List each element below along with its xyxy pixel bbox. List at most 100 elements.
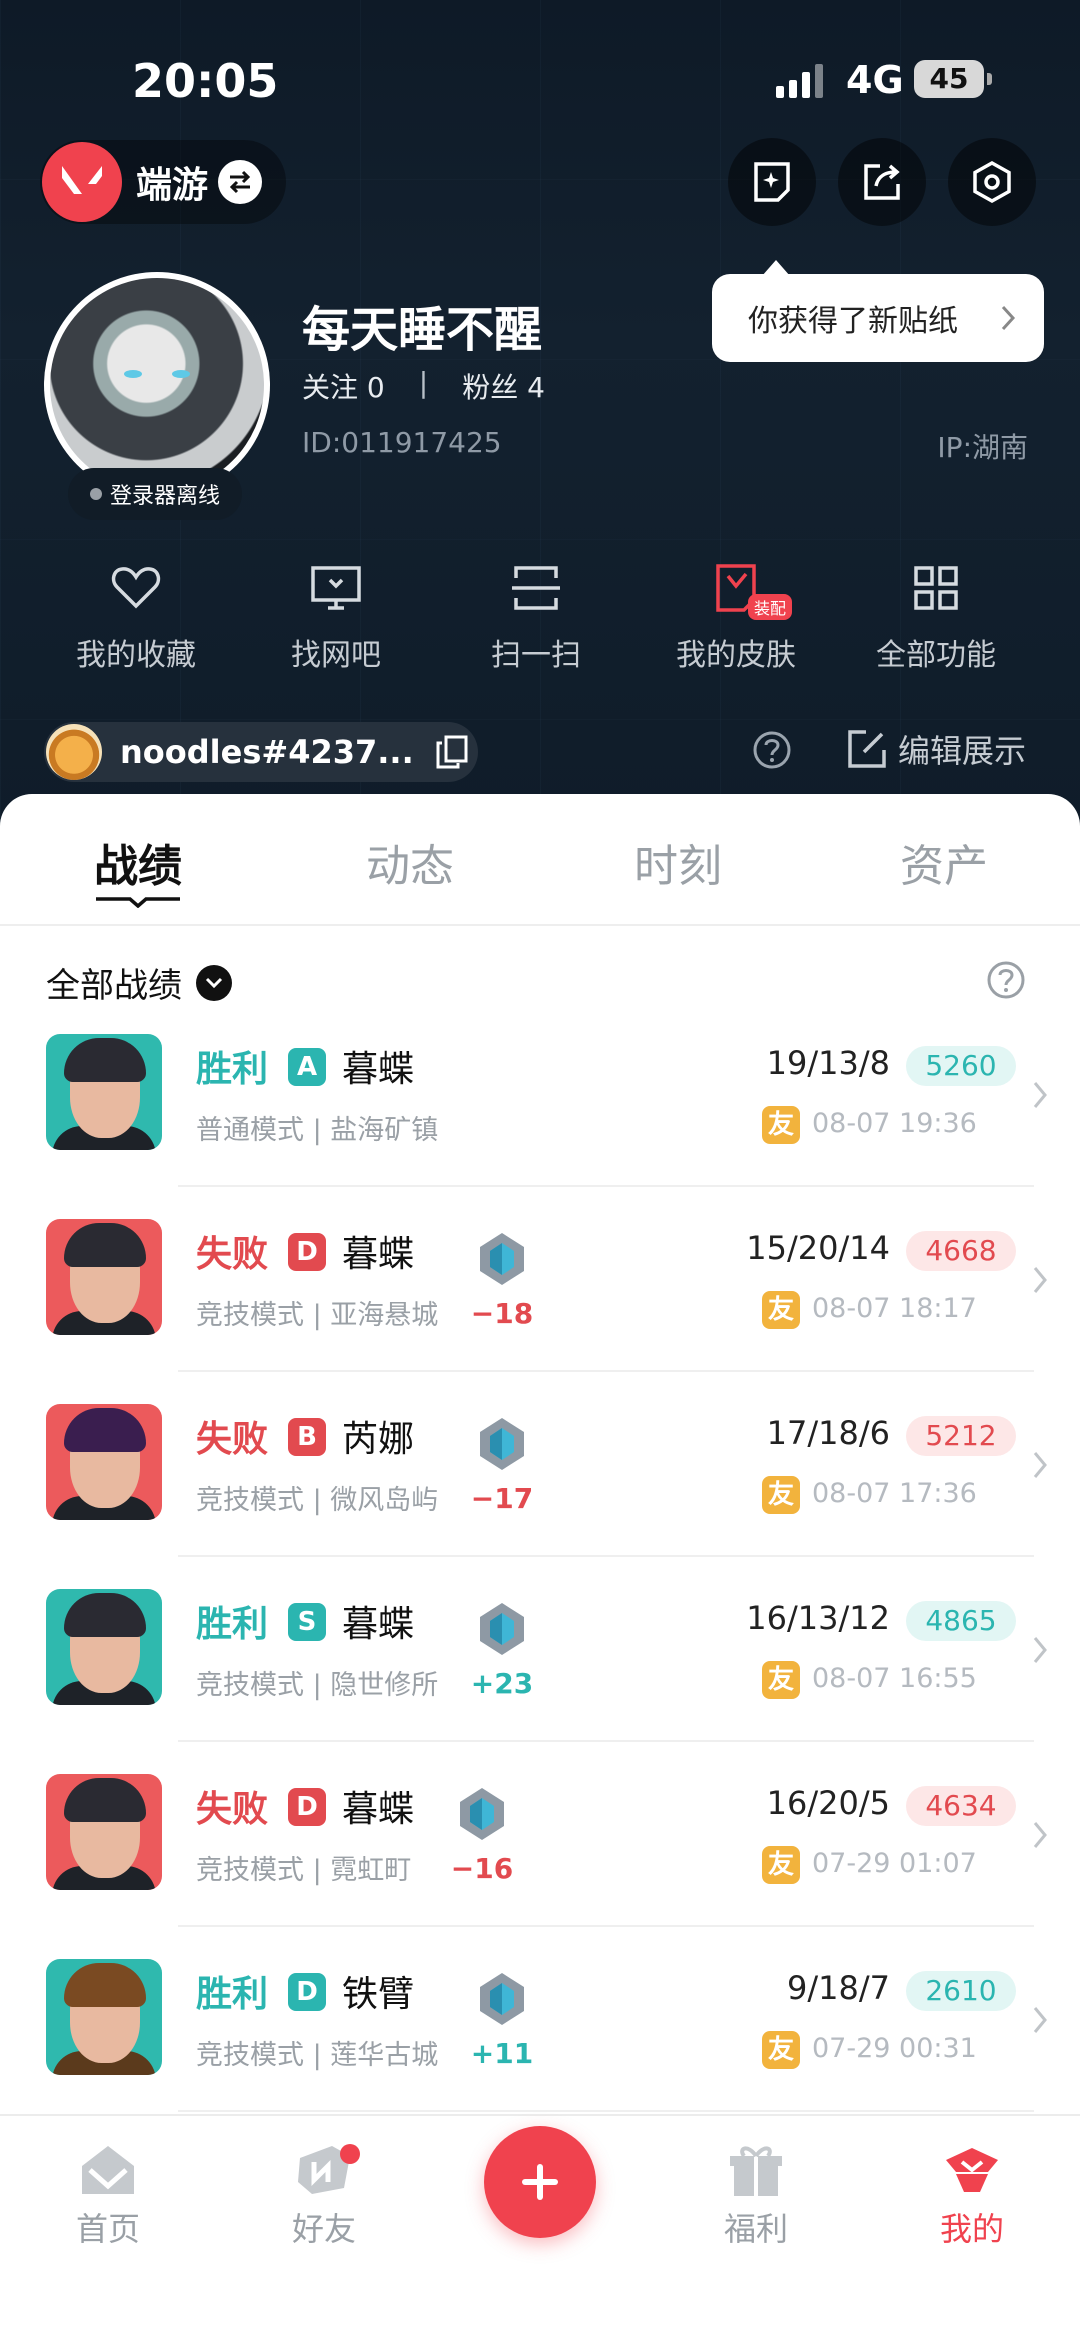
riot-avatar: [46, 724, 102, 780]
match-date: 08-07 19:36: [812, 1108, 977, 1139]
avatar[interactable]: [44, 272, 270, 498]
agent-portrait: [46, 1219, 162, 1335]
kda: 16/20/5: [766, 1784, 890, 1822]
edit-display-button[interactable]: 编辑展示: [846, 726, 1026, 772]
match-mode: 竞技模式 | 微风岛屿: [196, 1485, 439, 1516]
friend-tag: 友: [762, 1291, 800, 1329]
nav-label: 福利: [723, 2210, 788, 2248]
nickname: 每天睡不醒: [302, 302, 543, 358]
ip-location: IP:湖南: [937, 431, 1028, 464]
offline-dot-icon: [89, 488, 102, 500]
combat-score: 2610: [906, 1971, 1016, 2011]
following-label: 关注: [302, 371, 359, 404]
record-filter[interactable]: 全部战绩: [46, 958, 232, 1007]
stats-divider: |: [418, 366, 429, 399]
nav-label: 我的: [939, 2210, 1004, 2248]
nav-friends[interactable]: 好友: [244, 2142, 404, 2250]
combat-score: 4634: [906, 1786, 1016, 1826]
rank-rating-change: −18: [470, 1297, 534, 1330]
performance-grade: B: [288, 1418, 326, 1456]
tab-records[interactable]: 战绩: [58, 830, 218, 894]
combat-score: 5212: [906, 1416, 1016, 1456]
agent-name: 暮蝶: [342, 1789, 415, 1830]
bottom-nav: 首页 好友 福利 我的: [0, 2114, 1080, 2341]
sticker-button[interactable]: [728, 138, 816, 226]
edit-display-label: 编辑展示: [898, 732, 1027, 770]
notification-dot: [340, 2144, 360, 2164]
nav-home[interactable]: 首页: [28, 2142, 188, 2250]
profile-icon: [946, 2148, 998, 2192]
chevron-down-icon: [196, 964, 232, 1001]
riot-id-pill[interactable]: noodles#4237...: [44, 722, 478, 782]
follow-stats: 关注 0 | 粉丝 4: [302, 366, 545, 406]
match-date: 08-07 16:55: [812, 1663, 977, 1694]
agent-name: 芮娜: [342, 1419, 415, 1460]
quick-action-label: 找网吧: [291, 638, 381, 673]
chevron-right-icon: [1001, 305, 1016, 331]
network-type: 4G: [846, 58, 904, 102]
scan-button[interactable]: 扫一扫: [436, 560, 636, 674]
equip-tag: 装配: [748, 594, 793, 620]
favorites-button[interactable]: 我的收藏: [36, 560, 236, 674]
user-id: ID:011917425: [302, 426, 502, 459]
agent-name: 暮蝶: [342, 1049, 415, 1090]
nav-me[interactable]: 我的: [892, 2142, 1052, 2250]
row-divider: [178, 1925, 1034, 1927]
match-row[interactable]: 失败 D 暮蝶 竞技模式 | 霓虹町 −16 16/20/5 4634 友 07…: [0, 1774, 1080, 1958]
performance-grade: D: [288, 1788, 326, 1826]
quick-actions: 我的收藏 找网吧 扫一扫 装配 我的皮肤 全部功能: [0, 560, 1080, 690]
copy-icon[interactable]: [436, 735, 468, 769]
agent-name: 暮蝶: [342, 1604, 415, 1645]
share-icon: [864, 164, 900, 200]
record-filter-label: 全部战绩: [46, 966, 182, 1006]
match-mode: 竞技模式 | 亚海悬城: [196, 1300, 439, 1331]
launcher-status-text: 登录器离线: [109, 484, 220, 509]
battery-indicator: 45: [914, 60, 992, 98]
chevron-right-icon: [1033, 1637, 1047, 1663]
friend-tag: 友: [762, 1846, 800, 1884]
rank-rating-change: −17: [470, 1482, 534, 1515]
tab-assets[interactable]: 资产: [864, 830, 1024, 894]
fans-link[interactable]: 粉丝 4: [462, 366, 545, 406]
match-row[interactable]: 失败 B 芮娜 竞技模式 | 微风岛屿 −17 17/18/6 5212 友 0…: [0, 1404, 1080, 1588]
help-icon[interactable]: [752, 730, 792, 770]
following-link[interactable]: 关注 0: [302, 366, 385, 406]
sticker-tooltip[interactable]: 你获得了新贴纸: [712, 260, 1044, 362]
agent-portrait: [46, 1589, 162, 1705]
following-count: 0: [366, 371, 385, 404]
monitor-icon: [311, 566, 361, 610]
rank-rating-change: −16: [450, 1852, 514, 1885]
gift-icon: [730, 2146, 782, 2196]
match-date: 07-29 01:07: [812, 1848, 977, 1879]
rank-rating-change: +23: [470, 1667, 534, 1700]
agent-portrait: [46, 1774, 162, 1890]
nav-label: 好友: [291, 2210, 356, 2248]
row-divider: [178, 1185, 1034, 1187]
match-result: 胜利: [196, 1604, 269, 1645]
tab-feed[interactable]: 动态: [330, 830, 490, 894]
my-skins-button[interactable]: 装配 我的皮肤: [636, 560, 836, 674]
find-netcafe-button[interactable]: 找网吧: [236, 560, 436, 674]
friend-tag: 友: [762, 1106, 800, 1144]
home-icon: [82, 2146, 134, 2194]
fans-count: 4: [527, 371, 545, 404]
agent-portrait: [46, 1034, 162, 1150]
quick-action-label: 扫一扫: [491, 638, 581, 673]
kda: 9/18/7: [787, 1969, 890, 2007]
tab-moments[interactable]: 时刻: [598, 830, 758, 894]
all-features-button[interactable]: 全部功能: [836, 560, 1036, 674]
quick-action-label: 全部功能: [876, 638, 996, 673]
match-result: 失败: [196, 1234, 269, 1275]
nav-benefits[interactable]: 福利: [676, 2142, 836, 2250]
match-mode: 竞技模式 | 霓虹町: [196, 1855, 412, 1886]
match-date: 07-29 00:31: [812, 2033, 977, 2064]
settings-button[interactable]: [948, 138, 1036, 226]
game-switcher[interactable]: 端游: [40, 140, 286, 224]
match-row[interactable]: 胜利 S 暮蝶 竞技模式 | 隐世修所 +23 16/13/12 4865 友 …: [0, 1589, 1080, 1773]
match-row[interactable]: 失败 D 暮蝶 竞技模式 | 亚海悬城 −18 15/20/14 4668 友 …: [0, 1219, 1080, 1403]
create-post-button[interactable]: [484, 2126, 596, 2238]
share-button[interactable]: [838, 138, 926, 226]
match-row[interactable]: 胜利 A 暮蝶 普通模式 | 盐海矿镇 19/13/8 5260 友 08-07…: [0, 1034, 1080, 1218]
help-icon[interactable]: [986, 960, 1026, 1000]
clock: 20:05: [132, 54, 279, 108]
